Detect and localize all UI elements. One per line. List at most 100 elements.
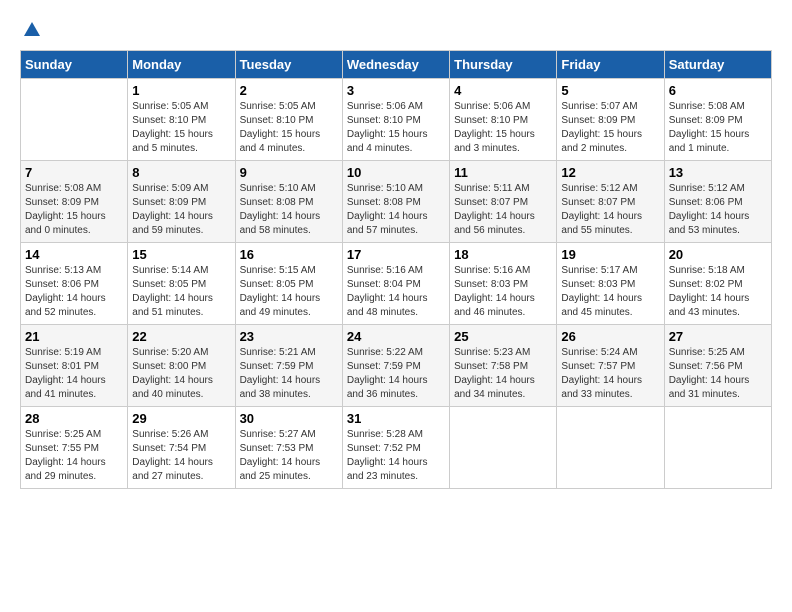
day-info: Sunrise: 5:22 AMSunset: 7:59 PMDaylight:… bbox=[347, 346, 445, 402]
day-number: 29 bbox=[132, 411, 230, 426]
day-info: Sunrise: 5:19 AMSunset: 8:01 PMDaylight:… bbox=[25, 346, 123, 402]
calendar-cell: 13Sunrise: 5:12 AMSunset: 8:06 PMDayligh… bbox=[664, 161, 771, 243]
day-info: Sunrise: 5:25 AMSunset: 7:56 PMDaylight:… bbox=[669, 346, 767, 402]
calendar-cell: 30 Sunrise: 5:27 AMSunset: 7:53 PMDayligh… bbox=[235, 407, 342, 489]
calendar-cell: 26 Sunrise: 5:24 AMSunset: 7:57 PMDayligh… bbox=[557, 325, 664, 407]
day-number: 18 bbox=[454, 247, 552, 262]
day-number: 5 bbox=[561, 83, 659, 98]
week-row-1: 1 Sunrise: 5:05 AMSunset: 8:10 PMDaylight… bbox=[21, 79, 772, 161]
day-number: 8 bbox=[132, 165, 230, 180]
day-info: Sunrise: 5:15 AMSunset: 8:05 PMDaylight:… bbox=[240, 264, 338, 320]
day-info: Sunrise: 5:07 AMSunset: 8:09 PMDaylight:… bbox=[561, 100, 659, 156]
calendar-cell: 16Sunrise: 5:15 AMSunset: 8:05 PMDayligh… bbox=[235, 243, 342, 325]
day-info: Sunrise: 5:05 AMSunset: 8:10 PMDaylight:… bbox=[240, 100, 338, 156]
header-tuesday: Tuesday bbox=[235, 51, 342, 79]
calendar-cell: 10 Sunrise: 5:10 AMSunset: 8:08 PMDayligh… bbox=[342, 161, 449, 243]
day-info: Sunrise: 5:26 AMSunset: 7:54 PMDaylight:… bbox=[132, 428, 230, 484]
day-number: 15 bbox=[132, 247, 230, 262]
calendar-cell: 15 Sunrise: 5:14 AMSunset: 8:05 PMDayligh… bbox=[128, 243, 235, 325]
logo bbox=[20, 20, 42, 40]
day-number: 14 bbox=[25, 247, 123, 262]
day-info: Sunrise: 5:20 AMSunset: 8:00 PMDaylight:… bbox=[132, 346, 230, 402]
day-number: 21 bbox=[25, 329, 123, 344]
calendar-cell: 1 Sunrise: 5:05 AMSunset: 8:10 PMDaylight… bbox=[128, 79, 235, 161]
day-info: Sunrise: 5:23 AMSunset: 7:58 PMDaylight:… bbox=[454, 346, 552, 402]
calendar-cell: 5 Sunrise: 5:07 AMSunset: 8:09 PMDaylight… bbox=[557, 79, 664, 161]
day-number: 12 bbox=[561, 165, 659, 180]
day-info: Sunrise: 5:05 AMSunset: 8:10 PMDaylight:… bbox=[132, 100, 230, 156]
calendar-cell: 9 Sunrise: 5:10 AMSunset: 8:08 PMDaylight… bbox=[235, 161, 342, 243]
day-info: Sunrise: 5:25 AMSunset: 7:55 PMDaylight:… bbox=[25, 428, 123, 484]
day-number: 19 bbox=[561, 247, 659, 262]
day-number: 1 bbox=[132, 83, 230, 98]
day-number: 26 bbox=[561, 329, 659, 344]
day-number: 10 bbox=[347, 165, 445, 180]
calendar-cell: 11 Sunrise: 5:11 AMSunset: 8:07 PMDayligh… bbox=[450, 161, 557, 243]
calendar-cell bbox=[450, 407, 557, 489]
day-info: Sunrise: 5:24 AMSunset: 7:57 PMDaylight:… bbox=[561, 346, 659, 402]
calendar-cell: 23Sunrise: 5:21 AMSunset: 7:59 PMDayligh… bbox=[235, 325, 342, 407]
header-sunday: Sunday bbox=[21, 51, 128, 79]
calendar-cell: 22 Sunrise: 5:20 AMSunset: 8:00 PMDayligh… bbox=[128, 325, 235, 407]
calendar-cell: 29 Sunrise: 5:26 AMSunset: 7:54 PMDayligh… bbox=[128, 407, 235, 489]
day-info: Sunrise: 5:10 AMSunset: 8:08 PMDaylight:… bbox=[347, 182, 445, 238]
calendar-cell: 24Sunrise: 5:22 AMSunset: 7:59 PMDayligh… bbox=[342, 325, 449, 407]
day-number: 4 bbox=[454, 83, 552, 98]
calendar-cell: 31Sunrise: 5:28 AMSunset: 7:52 PMDayligh… bbox=[342, 407, 449, 489]
calendar-cell: 6Sunrise: 5:08 AMSunset: 8:09 PMDaylight… bbox=[664, 79, 771, 161]
page-header bbox=[20, 20, 772, 40]
day-info: Sunrise: 5:10 AMSunset: 8:08 PMDaylight:… bbox=[240, 182, 338, 238]
day-info: Sunrise: 5:27 AMSunset: 7:53 PMDaylight:… bbox=[240, 428, 338, 484]
day-info: Sunrise: 5:16 AMSunset: 8:03 PMDaylight:… bbox=[454, 264, 552, 320]
calendar-cell: 12 Sunrise: 5:12 AMSunset: 8:07 PMDayligh… bbox=[557, 161, 664, 243]
day-info: Sunrise: 5:06 AMSunset: 8:10 PMDaylight:… bbox=[347, 100, 445, 156]
day-number: 7 bbox=[25, 165, 123, 180]
day-info: Sunrise: 5:28 AMSunset: 7:52 PMDaylight:… bbox=[347, 428, 445, 484]
calendar-cell: 2 Sunrise: 5:05 AMSunset: 8:10 PMDaylight… bbox=[235, 79, 342, 161]
calendar-cell: 18 Sunrise: 5:16 AMSunset: 8:03 PMDayligh… bbox=[450, 243, 557, 325]
calendar-table: SundayMondayTuesdayWednesdayThursdayFrid… bbox=[20, 50, 772, 489]
logo-icon bbox=[22, 20, 42, 40]
day-info: Sunrise: 5:08 AMSunset: 8:09 PMDaylight:… bbox=[25, 182, 123, 238]
day-info: Sunrise: 5:17 AMSunset: 8:03 PMDaylight:… bbox=[561, 264, 659, 320]
day-number: 11 bbox=[454, 165, 552, 180]
day-info: Sunrise: 5:06 AMSunset: 8:10 PMDaylight:… bbox=[454, 100, 552, 156]
day-number: 9 bbox=[240, 165, 338, 180]
header-wednesday: Wednesday bbox=[342, 51, 449, 79]
day-info: Sunrise: 5:12 AMSunset: 8:06 PMDaylight:… bbox=[669, 182, 767, 238]
calendar-cell: 14 Sunrise: 5:13 AMSunset: 8:06 PMDayligh… bbox=[21, 243, 128, 325]
week-row-5: 28 Sunrise: 5:25 AMSunset: 7:55 PMDayligh… bbox=[21, 407, 772, 489]
day-number: 6 bbox=[669, 83, 767, 98]
calendar-cell: 8 Sunrise: 5:09 AMSunset: 8:09 PMDaylight… bbox=[128, 161, 235, 243]
calendar-cell: 17Sunrise: 5:16 AMSunset: 8:04 PMDayligh… bbox=[342, 243, 449, 325]
day-number: 2 bbox=[240, 83, 338, 98]
calendar-cell bbox=[557, 407, 664, 489]
header-monday: Monday bbox=[128, 51, 235, 79]
day-info: Sunrise: 5:14 AMSunset: 8:05 PMDaylight:… bbox=[132, 264, 230, 320]
calendar-cell: 19 Sunrise: 5:17 AMSunset: 8:03 PMDayligh… bbox=[557, 243, 664, 325]
day-info: Sunrise: 5:12 AMSunset: 8:07 PMDaylight:… bbox=[561, 182, 659, 238]
calendar-cell: 3 Sunrise: 5:06 AMSunset: 8:10 PMDaylight… bbox=[342, 79, 449, 161]
day-info: Sunrise: 5:18 AMSunset: 8:02 PMDaylight:… bbox=[669, 264, 767, 320]
calendar-cell: 25Sunrise: 5:23 AMSunset: 7:58 PMDayligh… bbox=[450, 325, 557, 407]
calendar-cell: 28 Sunrise: 5:25 AMSunset: 7:55 PMDayligh… bbox=[21, 407, 128, 489]
day-number: 22 bbox=[132, 329, 230, 344]
header-saturday: Saturday bbox=[664, 51, 771, 79]
day-info: Sunrise: 5:21 AMSunset: 7:59 PMDaylight:… bbox=[240, 346, 338, 402]
day-info: Sunrise: 5:11 AMSunset: 8:07 PMDaylight:… bbox=[454, 182, 552, 238]
week-row-2: 7 Sunrise: 5:08 AMSunset: 8:09 PMDaylight… bbox=[21, 161, 772, 243]
day-number: 28 bbox=[25, 411, 123, 426]
calendar-cell: 20 Sunrise: 5:18 AMSunset: 8:02 PMDayligh… bbox=[664, 243, 771, 325]
day-info: Sunrise: 5:16 AMSunset: 8:04 PMDaylight:… bbox=[347, 264, 445, 320]
calendar-cell bbox=[664, 407, 771, 489]
day-number: 30 bbox=[240, 411, 338, 426]
day-info: Sunrise: 5:09 AMSunset: 8:09 PMDaylight:… bbox=[132, 182, 230, 238]
calendar-cell: 27 Sunrise: 5:25 AMSunset: 7:56 PMDayligh… bbox=[664, 325, 771, 407]
day-number: 27 bbox=[669, 329, 767, 344]
calendar-cell: 7 Sunrise: 5:08 AMSunset: 8:09 PMDaylight… bbox=[21, 161, 128, 243]
calendar-cell bbox=[21, 79, 128, 161]
day-number: 20 bbox=[669, 247, 767, 262]
day-info: Sunrise: 5:13 AMSunset: 8:06 PMDaylight:… bbox=[25, 264, 123, 320]
day-number: 3 bbox=[347, 83, 445, 98]
week-row-3: 14 Sunrise: 5:13 AMSunset: 8:06 PMDayligh… bbox=[21, 243, 772, 325]
